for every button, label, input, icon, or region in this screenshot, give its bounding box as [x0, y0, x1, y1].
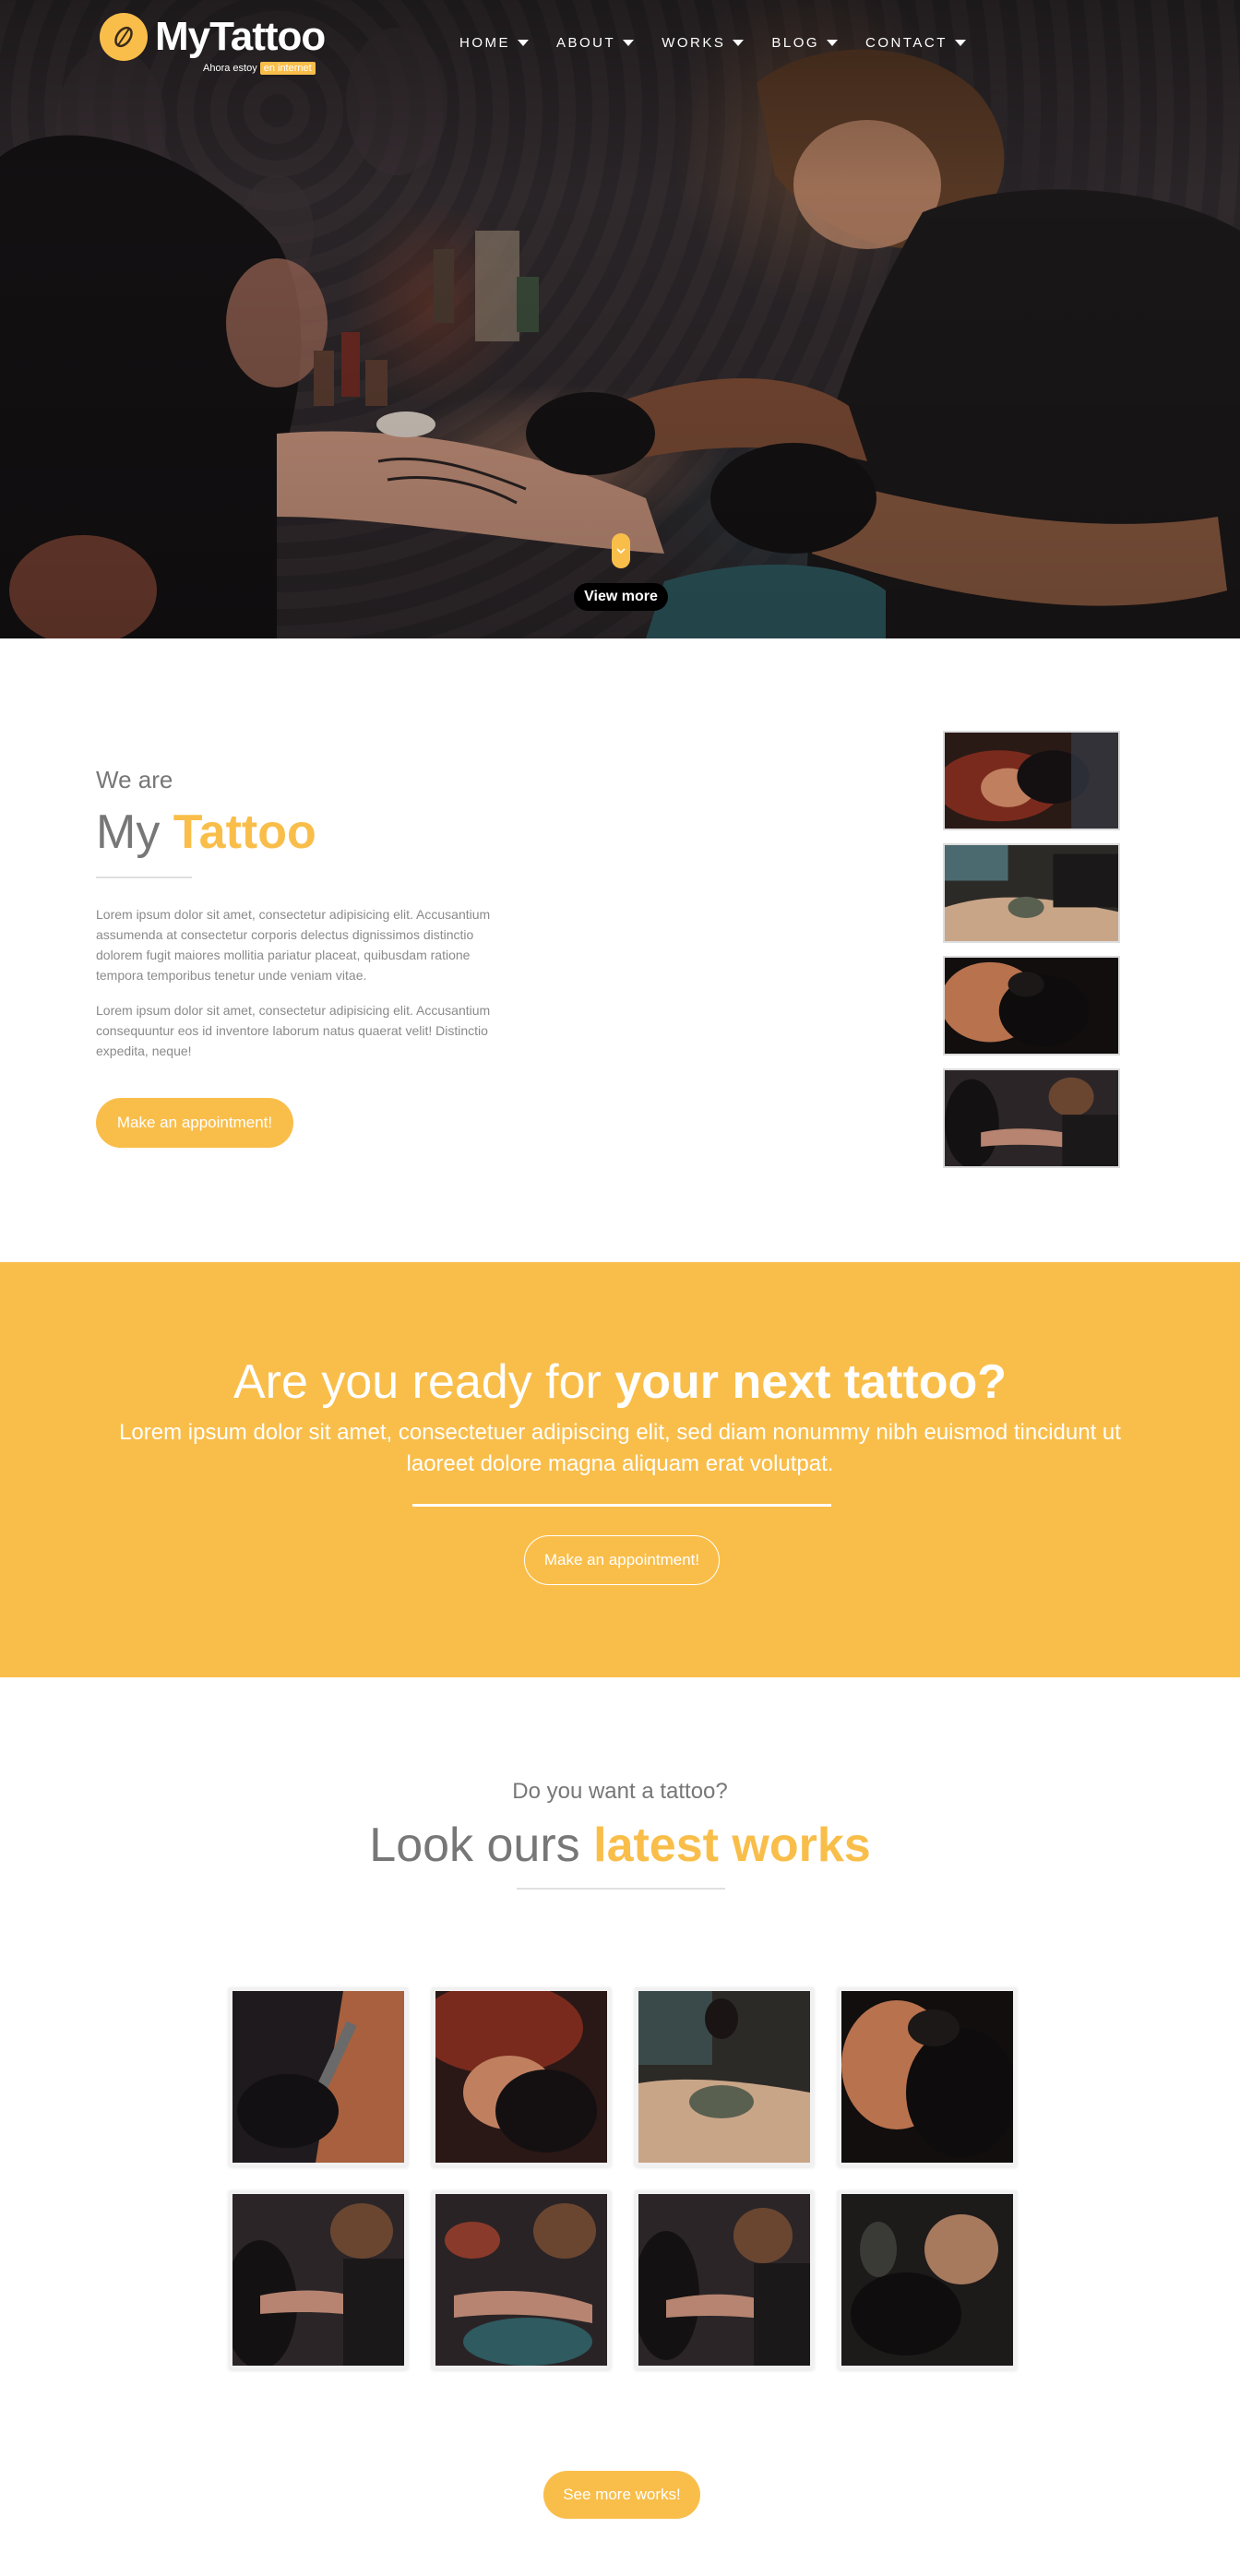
divider: [412, 1504, 831, 1507]
tattoo-photo: [945, 733, 1118, 829]
about-title-accent: Tattoo: [173, 805, 316, 859]
brand-logo[interactable]: MyTattoo Ahora estoy en internet: [100, 13, 326, 75]
works-title-plain: Look ours: [369, 1819, 580, 1872]
hero-section: MyTattoo Ahora estoy en internet HOME ABO…: [0, 0, 1240, 638]
cta-subtext: Lorem ipsum dolor sit amet, consectetuer…: [119, 1420, 1121, 1476]
nav-item-home[interactable]: HOME: [459, 35, 529, 51]
tagline-highlight: en internet: [259, 62, 316, 75]
divider: [517, 1888, 725, 1890]
scroll-down-button[interactable]: [612, 533, 630, 568]
work-tile[interactable]: [432, 1987, 611, 2166]
site-header: MyTattoo Ahora estoy en internet HOME ABO…: [0, 0, 1240, 89]
about-kicker: We are: [96, 766, 173, 793]
work-tile[interactable]: [838, 1987, 1017, 2166]
works-title-accent: latest works: [593, 1819, 871, 1872]
brand-text: MyTattoo Ahora estoy en internet: [155, 14, 326, 75]
works-kicker: Do you want a tattoo?: [512, 1779, 728, 1804]
works-section: Do you want a tattoo? Look ours latest w…: [0, 1677, 1240, 2576]
work-tile[interactable]: [838, 2190, 1017, 2369]
nav-item-about[interactable]: ABOUT: [556, 35, 635, 51]
main-nav: HOME ABOUT WORKS BLOG CONTACT: [459, 35, 966, 51]
about-section: We are My Tattoo Lorem ipsum dolor sit a…: [0, 638, 1240, 1262]
tattoo-photo: [945, 845, 1118, 941]
nav-item-contact[interactable]: CONTACT: [865, 35, 966, 51]
about-paragraph: Lorem ipsum dolor sit amet, consectetur …: [96, 907, 491, 983]
work-tile[interactable]: [635, 2190, 814, 2369]
gallery-thumb[interactable]: [943, 956, 1120, 1055]
tattoo-photo: [232, 2194, 404, 2366]
tattoo-photo: [435, 2194, 607, 2366]
cta-headline-plain: Are you ready for: [233, 1355, 602, 1409]
work-tile[interactable]: [432, 2190, 611, 2369]
about-title: My Tattoo: [96, 805, 316, 860]
caret-down-icon: [733, 40, 745, 46]
view-more-button[interactable]: View more: [574, 583, 668, 611]
tattoo-photo: [435, 1991, 607, 2163]
gallery-thumb[interactable]: [943, 731, 1120, 830]
caret-down-icon: [623, 40, 635, 46]
works-title: Look ours latest works: [0, 1818, 1240, 1873]
see-more-works-button[interactable]: See more works!: [543, 2471, 700, 2519]
nav-item-works[interactable]: WORKS: [662, 35, 745, 51]
tagline-prefix: Ahora estoy: [203, 63, 257, 74]
tattoo-photo: [945, 958, 1118, 1054]
caret-down-icon: [954, 40, 966, 46]
gallery-thumb[interactable]: [943, 1068, 1120, 1168]
cta-section: Are you ready for your next tattoo? Lore…: [0, 1262, 1240, 1677]
gallery-thumb[interactable]: [943, 843, 1120, 943]
nav-label: ABOUT: [556, 35, 616, 51]
nav-label: WORKS: [662, 35, 726, 51]
work-tile[interactable]: [635, 1987, 814, 2166]
make-appointment-button[interactable]: Make an appointment!: [96, 1098, 293, 1148]
make-appointment-button[interactable]: Make an appointment!: [524, 1535, 720, 1585]
tattoo-photo: [638, 1991, 810, 2163]
cta-headline: Are you ready for your next tattoo?: [0, 1354, 1240, 1410]
brand-tagline: Ahora estoy en internet: [203, 62, 316, 75]
nav-item-blog[interactable]: BLOG: [771, 35, 839, 51]
caret-down-icon: [518, 40, 529, 46]
cta-headline-bold: your next tattoo?: [614, 1355, 1007, 1409]
nav-label: CONTACT: [865, 35, 948, 51]
tattoo-photo: [945, 1070, 1118, 1166]
tattoo-photo: [232, 1991, 404, 2163]
tattoo-photo: [841, 2194, 1013, 2366]
chevron-down-icon: [616, 548, 626, 555]
tattoo-photo: [841, 1991, 1013, 2163]
tattoo-photo: [638, 2194, 810, 2366]
nav-label: HOME: [459, 35, 510, 51]
tattoo-machine-icon: [100, 13, 148, 61]
divider: [96, 877, 192, 878]
works-grid: [229, 1987, 1017, 2369]
work-tile[interactable]: [229, 2190, 408, 2369]
brand-name: MyTattoo: [155, 14, 326, 59]
caret-down-icon: [827, 40, 839, 46]
about-paragraph: Lorem ipsum dolor sit amet, consectetur …: [96, 1003, 491, 1058]
about-title-plain: My: [96, 805, 161, 859]
nav-label: BLOG: [771, 35, 820, 51]
work-tile[interactable]: [229, 1987, 408, 2166]
